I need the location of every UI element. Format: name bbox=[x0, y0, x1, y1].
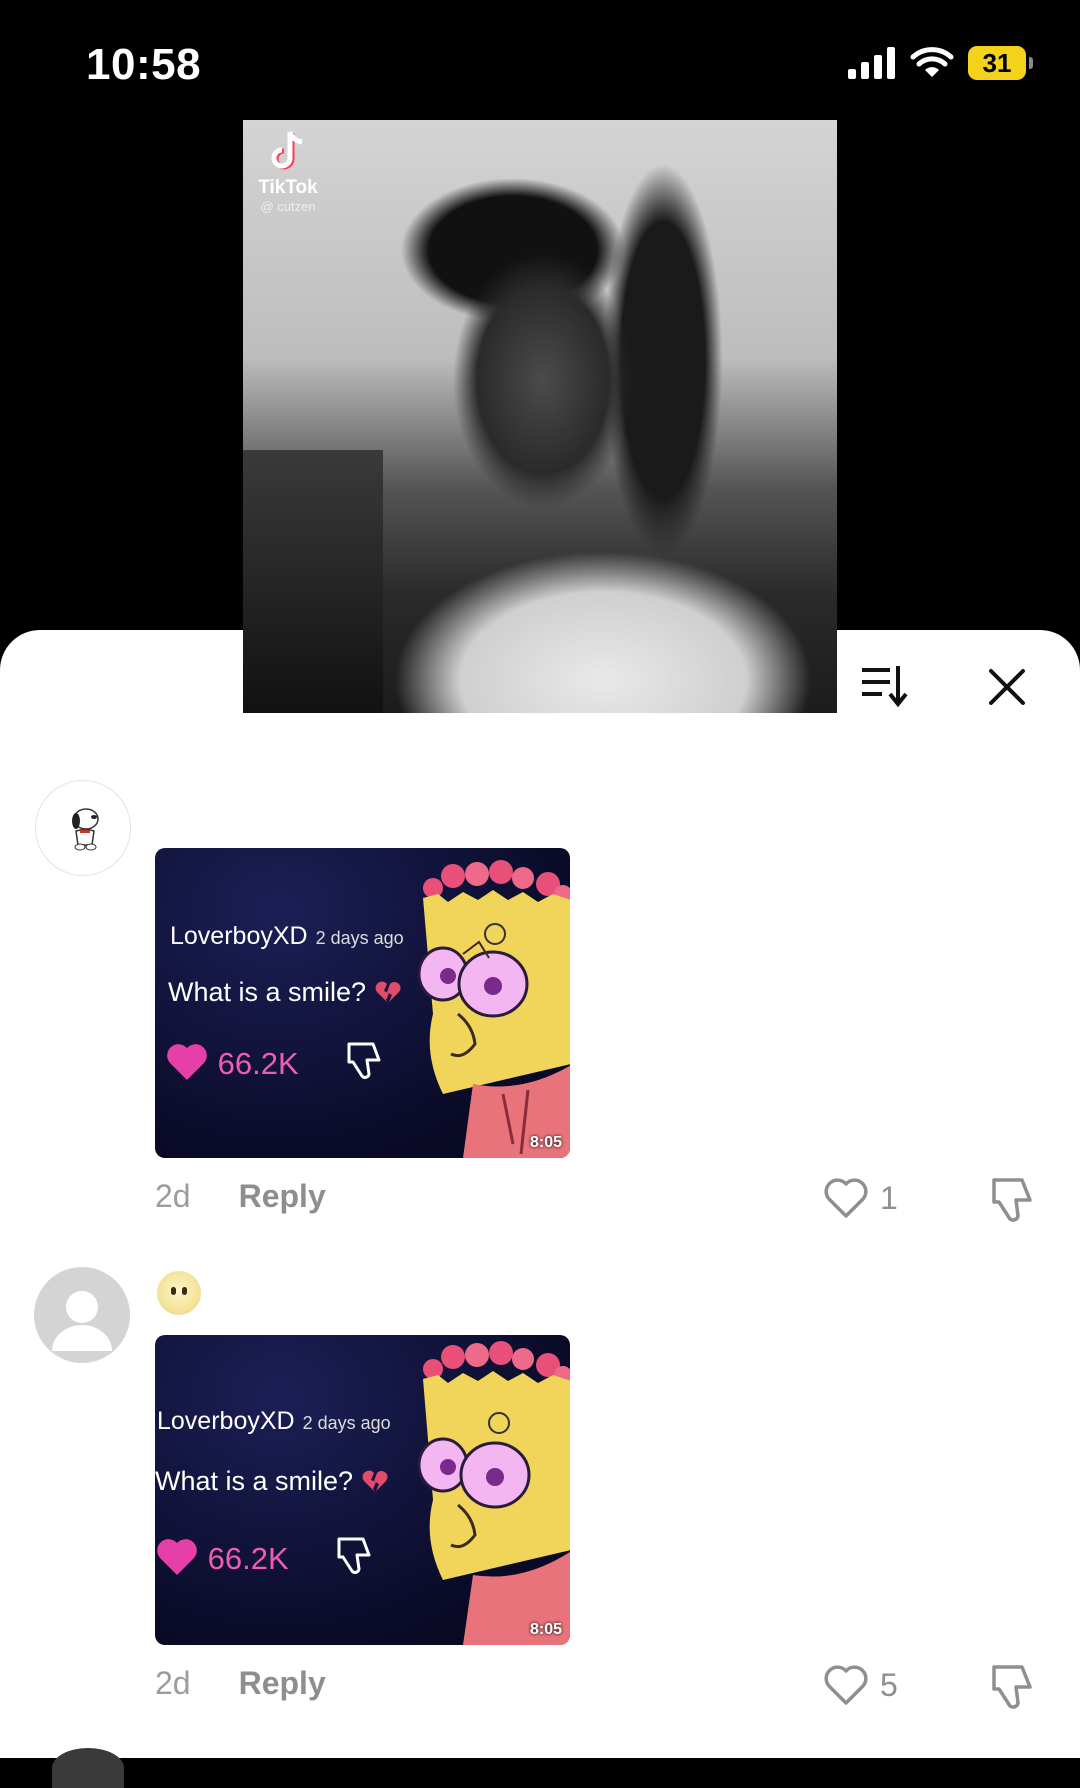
meme-question-line: What is a smile? bbox=[155, 1466, 389, 1497]
reply-button[interactable]: Reply bbox=[239, 1665, 326, 1701]
meme-likes-row: 66.2K bbox=[155, 1535, 375, 1579]
video-player[interactable]: TikTok @ cutzen bbox=[243, 120, 837, 713]
cellular-signal-icon bbox=[848, 47, 895, 79]
watermark-name: TikTok bbox=[258, 177, 318, 198]
meme-timestamp: 2 days ago bbox=[302, 1413, 391, 1433]
video-background-shape bbox=[243, 450, 383, 713]
battery-level: 31 bbox=[982, 47, 1012, 78]
meme-duration: 8:05 bbox=[529, 1134, 562, 1151]
dislike-icon[interactable] bbox=[988, 1663, 1036, 1713]
meme-image[interactable]: LoverboyXD 2 days ago What is a smile? 66… bbox=[155, 1335, 570, 1645]
snoopy-avatar-icon bbox=[72, 808, 99, 851]
like-button[interactable]: 1 bbox=[822, 1176, 898, 1220]
status-bar: 10:58 31 bbox=[0, 0, 1080, 120]
like-button[interactable]: 5 bbox=[822, 1663, 898, 1707]
bart-illustration bbox=[417, 860, 570, 1158]
dislike-icon[interactable] bbox=[988, 1176, 1036, 1226]
like-count: 5 bbox=[880, 1666, 898, 1703]
clock: 10:58 bbox=[86, 40, 202, 89]
comment-meta: 2d Reply bbox=[155, 1665, 326, 1702]
heart-filled-icon bbox=[167, 1044, 207, 1080]
close-icon[interactable] bbox=[988, 668, 1026, 706]
sort-icon[interactable] bbox=[860, 664, 910, 708]
meme-username: LoverboyXD bbox=[170, 922, 308, 950]
meme-like-count: 66.2K bbox=[217, 1046, 299, 1081]
face-emoji-icon bbox=[157, 1271, 201, 1315]
wifi-icon bbox=[910, 47, 954, 77]
dislike-icon bbox=[337, 1537, 371, 1574]
heart-outline-icon bbox=[824, 1665, 868, 1705]
dislike-icon bbox=[347, 1042, 381, 1079]
bart-illustration bbox=[417, 1341, 570, 1645]
meme-likes-row: 66.2K bbox=[165, 1040, 385, 1084]
heart-filled-icon bbox=[157, 1539, 197, 1575]
avatar[interactable] bbox=[35, 780, 131, 876]
avatar[interactable] bbox=[34, 1267, 130, 1363]
meme-question: What is a smile? bbox=[168, 977, 367, 1007]
meme-username: LoverboyXD bbox=[157, 1407, 295, 1435]
like-count: 1 bbox=[880, 1179, 898, 1216]
meme-username-line: LoverboyXD 2 days ago bbox=[170, 922, 404, 951]
comment-age: 2d bbox=[155, 1665, 191, 1701]
meme-question: What is a smile? bbox=[155, 1466, 354, 1496]
broken-heart-icon bbox=[375, 981, 401, 1003]
comment-meta: 2d Reply bbox=[155, 1178, 326, 1215]
meme-like-count: 66.2K bbox=[207, 1541, 289, 1576]
meme-question-line: What is a smile? bbox=[168, 977, 402, 1008]
default-avatar-icon bbox=[52, 1291, 112, 1351]
tiktok-watermark: TikTok @ cutzen bbox=[253, 130, 323, 214]
broken-heart-icon bbox=[362, 1470, 388, 1492]
meme-image[interactable]: LoverboyXD 2 days ago What is a smile? 66… bbox=[155, 848, 570, 1158]
meme-username-line: LoverboyXD 2 days ago bbox=[157, 1407, 391, 1436]
reply-button[interactable]: Reply bbox=[239, 1178, 326, 1214]
battery-icon: 31 bbox=[968, 46, 1033, 80]
meme-timestamp: 2 days ago bbox=[315, 928, 404, 948]
avatar[interactable] bbox=[52, 1748, 124, 1788]
heart-outline-icon bbox=[824, 1178, 868, 1218]
watermark-handle: @ cutzen bbox=[260, 199, 316, 214]
meme-duration: 8:05 bbox=[529, 1621, 562, 1638]
comment-age: 2d bbox=[155, 1178, 191, 1214]
status-icons: 31 bbox=[848, 46, 1033, 80]
tiktok-logo-icon bbox=[271, 131, 303, 170]
